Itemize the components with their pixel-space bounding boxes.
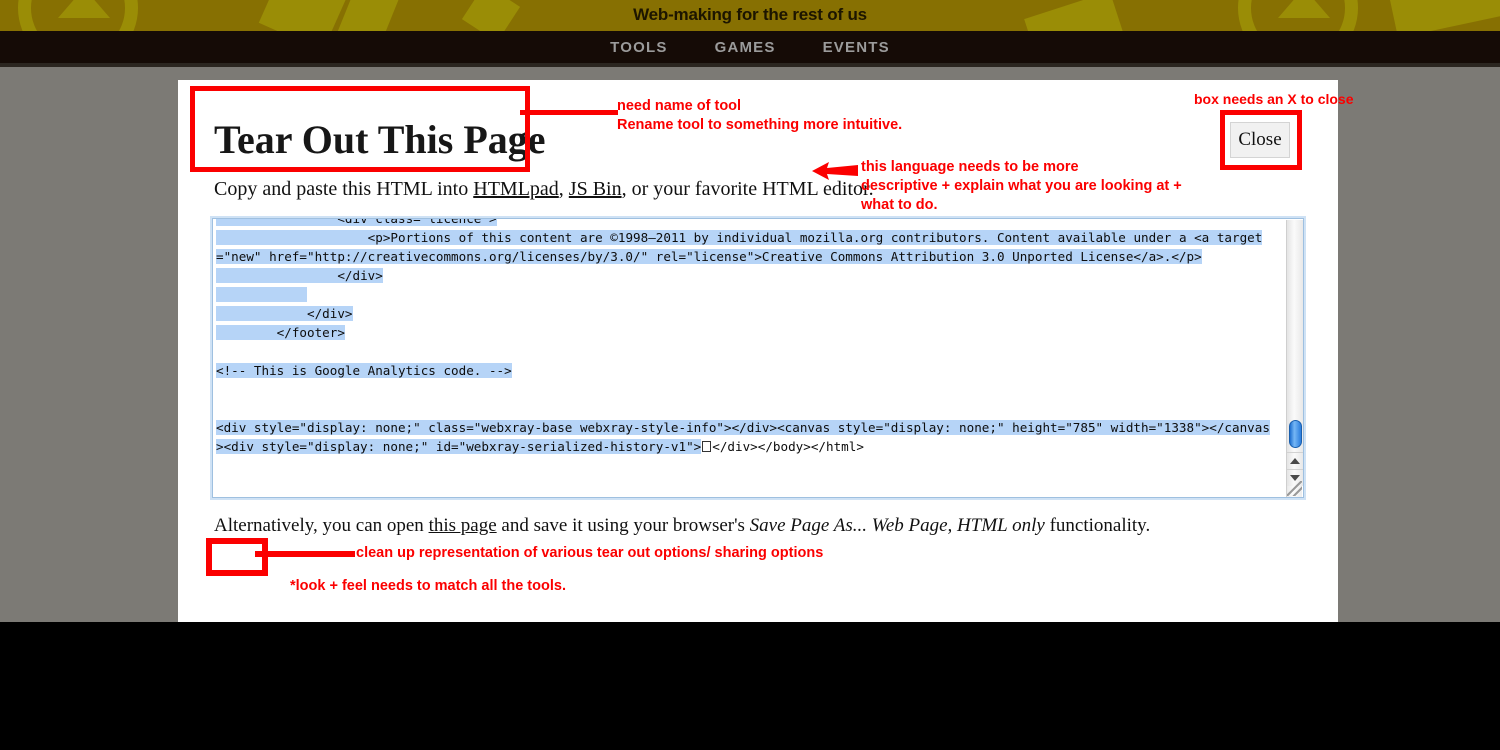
intro-instructions: Copy and paste this HTML into HTMLpad, J…	[214, 178, 874, 201]
nav-item-events[interactable]: EVENTS	[823, 39, 890, 56]
intro-prefix: Copy and paste this HTML into	[214, 178, 474, 200]
annotation-leader-line-sharing	[255, 551, 355, 557]
this-page-link[interactable]: this page	[429, 515, 497, 536]
alt-middle: and save it using your browser's	[496, 515, 750, 536]
site-footer: Blog Get Involved About f g ✉ t Q ≈ Spon…	[0, 622, 1500, 750]
annotation-text-look-and-feel: *look + feel needs to match all the tool…	[290, 578, 566, 594]
save-page-as-emphasis: Save Page As... Web Page, HTML only	[749, 515, 1045, 536]
annotation-box-title	[190, 86, 530, 172]
nav-list: TOOLS GAMES EVENTS	[0, 31, 1500, 63]
html-code-content: <div class="licence"> <p>Portions of thi…	[216, 219, 1276, 456]
primary-nav: TOOLS GAMES EVENTS	[0, 31, 1500, 63]
annotation-arrow-icon	[812, 162, 858, 180]
annotation-text-sharing-options: clean up representation of various tear …	[356, 545, 824, 561]
nav-item-games[interactable]: GAMES	[715, 39, 776, 56]
code-scrollbar[interactable]	[1286, 220, 1303, 497]
annotation-text-tool-name: need name of tool Rename tool to somethi…	[617, 98, 903, 133]
annotation-text-language: this language needs to be more descripti…	[861, 159, 1182, 213]
htmlpad-link[interactable]: HTMLpad	[473, 178, 559, 200]
alternative-instructions: Alternatively, you can open this page an…	[214, 515, 1150, 537]
banner-tagline: Web-making for the rest of us	[633, 5, 867, 24]
scroll-up-arrow-icon[interactable]	[1287, 452, 1303, 469]
annotation-leader-line-title	[520, 110, 618, 115]
intro-separator: ,	[558, 178, 569, 200]
resize-grip-icon[interactable]	[1287, 481, 1302, 496]
alt-prefix: Alternatively, you can open	[214, 515, 429, 536]
nav-item-tools[interactable]: TOOLS	[610, 39, 667, 56]
scrollbar-track[interactable]	[1287, 220, 1303, 452]
scrollbar-thumb[interactable]	[1289, 420, 1302, 448]
alt-suffix: functionality.	[1044, 515, 1151, 536]
nav-divider	[0, 63, 1500, 67]
annotation-box-close	[1220, 110, 1302, 170]
jsbin-link[interactable]: JS Bin	[569, 178, 622, 200]
annotation-text-close-x: box needs an X to close	[1194, 91, 1354, 107]
html-code-textarea[interactable]: <div class="licence"> <p>Portions of thi…	[212, 218, 1304, 498]
annotation-box-sharing-options	[206, 538, 268, 576]
site-banner: Web-making for the rest of us	[0, 0, 1500, 31]
